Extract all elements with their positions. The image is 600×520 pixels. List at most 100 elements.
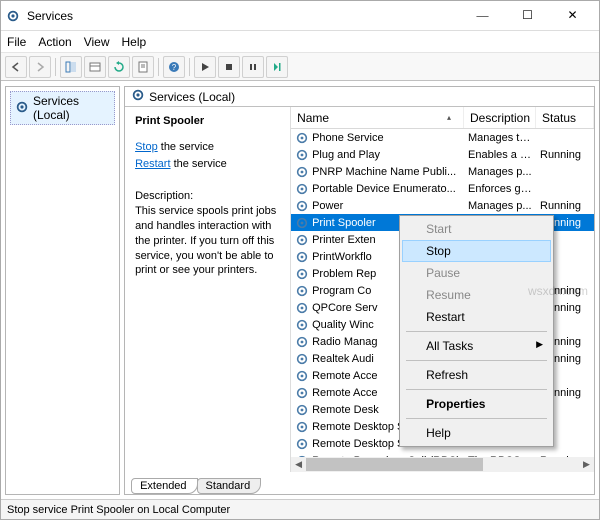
services-app-icon xyxy=(5,8,21,24)
context-menu-item-restart[interactable]: Restart xyxy=(402,306,551,328)
service-name: Realtek Audi xyxy=(312,353,374,365)
gear-icon xyxy=(295,403,309,417)
service-row[interactable]: Plug and Play Enables a c...Running xyxy=(291,146,594,163)
restart-service-link[interactable]: Restart xyxy=(135,158,170,170)
scroll-thumb[interactable] xyxy=(306,458,483,471)
menu-view[interactable]: View xyxy=(84,35,110,49)
help-button[interactable]: ? xyxy=(163,56,185,78)
sort-arrow-icon: ▴ xyxy=(447,113,457,122)
menubar: File Action View Help xyxy=(1,31,599,53)
context-menu-item-start: Start xyxy=(402,218,551,240)
service-row[interactable]: PNRP Machine Name Publi...Manages p... xyxy=(291,163,594,180)
horizontal-scrollbar[interactable]: ◀ ▶ xyxy=(291,457,594,472)
service-name: Power xyxy=(312,200,343,212)
services-icon xyxy=(131,88,145,105)
service-description: Manages p... xyxy=(464,166,536,178)
service-name: Plug and Play xyxy=(312,149,380,161)
restart-service-button[interactable] xyxy=(266,56,288,78)
gear-icon xyxy=(295,267,309,281)
service-description: Enforces gr... xyxy=(464,183,536,195)
view-tabs: Extended Standard xyxy=(125,472,594,494)
service-description: Enables a c... xyxy=(464,149,536,161)
gear-icon xyxy=(295,437,309,451)
description-text: This service spools print jobs and handl… xyxy=(135,204,280,278)
service-row[interactable]: Phone ServiceManages th... xyxy=(291,129,594,146)
list-header: Name▴ Description Status xyxy=(291,107,594,129)
column-name[interactable]: Name▴ xyxy=(291,107,464,128)
tab-standard[interactable]: Standard xyxy=(197,478,262,494)
close-button[interactable]: ✕ xyxy=(550,1,595,30)
content-header: Services (Local) xyxy=(125,87,594,107)
gear-icon xyxy=(295,386,309,400)
context-menu-item-all-tasks[interactable]: All Tasks▶ xyxy=(402,335,551,357)
service-name: Remote Desk xyxy=(312,404,379,416)
service-status: Running xyxy=(536,149,594,161)
properties-button[interactable] xyxy=(84,56,106,78)
service-row[interactable]: PowerManages p...Running xyxy=(291,197,594,214)
menu-file[interactable]: File xyxy=(7,35,26,49)
gear-icon xyxy=(295,335,309,349)
scroll-right-button[interactable]: ▶ xyxy=(579,457,594,472)
service-name: QPCore Serv xyxy=(312,302,377,314)
forward-button[interactable] xyxy=(29,56,51,78)
content-pane: Services (Local) Print Spooler Stop the … xyxy=(124,86,595,495)
gear-icon xyxy=(295,250,309,264)
tab-extended[interactable]: Extended xyxy=(131,478,197,494)
submenu-arrow-icon: ▶ xyxy=(536,339,543,350)
back-button[interactable] xyxy=(5,56,27,78)
maximize-button[interactable]: ☐ xyxy=(505,1,550,30)
service-row[interactable]: Portable Device Enumerato... Enforces gr.… xyxy=(291,180,594,197)
service-name: Portable Device Enumerato... xyxy=(312,183,456,195)
services-list: Name▴ Description Status Phone ServiceMa… xyxy=(290,107,594,472)
gear-icon xyxy=(295,233,309,247)
refresh-button[interactable] xyxy=(108,56,130,78)
gear-icon xyxy=(295,369,309,383)
gear-icon xyxy=(295,199,309,213)
start-service-button[interactable] xyxy=(194,56,216,78)
tree-root-services-local[interactable]: Services (Local) xyxy=(10,91,115,125)
column-status[interactable]: Status xyxy=(536,107,594,128)
gear-icon xyxy=(295,165,309,179)
window-title: Services xyxy=(27,9,460,23)
stop-service-link[interactable]: Stop xyxy=(135,141,158,153)
context-menu-item-properties[interactable]: Properties xyxy=(402,393,551,415)
services-icon xyxy=(15,100,29,117)
column-description[interactable]: Description xyxy=(464,107,536,128)
content-header-label: Services (Local) xyxy=(149,90,235,104)
gear-icon xyxy=(295,284,309,298)
statusbar: Stop service Print Spooler on Local Comp… xyxy=(1,499,599,519)
gear-icon xyxy=(295,318,309,332)
show-hide-tree-button[interactable] xyxy=(60,56,82,78)
menu-action[interactable]: Action xyxy=(38,35,71,49)
context-menu: StartStopPauseResumeRestartAll Tasks▶Ref… xyxy=(399,215,554,447)
gear-icon xyxy=(295,148,309,162)
context-menu-separator xyxy=(406,418,547,419)
toolbar: ? xyxy=(1,53,599,81)
selected-service-name: Print Spooler xyxy=(135,115,280,127)
statusbar-text: Stop service Print Spooler on Local Comp… xyxy=(7,504,230,516)
detail-pane: Print Spooler Stop the service Restart t… xyxy=(125,107,290,472)
minimize-button[interactable]: — xyxy=(460,1,505,30)
service-name: Printer Exten xyxy=(312,234,376,246)
gear-icon xyxy=(295,131,309,145)
service-name: Print Spooler xyxy=(312,217,376,229)
console-tree[interactable]: Services (Local) xyxy=(5,86,120,495)
context-menu-item-stop[interactable]: Stop xyxy=(402,240,551,262)
description-label: Description: xyxy=(135,190,280,202)
context-menu-item-help[interactable]: Help xyxy=(402,422,551,444)
gear-icon xyxy=(295,182,309,196)
export-list-button[interactable] xyxy=(132,56,154,78)
menu-help[interactable]: Help xyxy=(122,35,147,49)
context-menu-item-refresh[interactable]: Refresh xyxy=(402,364,551,386)
service-name: PrintWorkflo xyxy=(312,251,372,263)
service-name: Radio Manag xyxy=(312,336,377,348)
context-menu-separator xyxy=(406,331,547,332)
stop-service-button[interactable] xyxy=(218,56,240,78)
scroll-left-button[interactable]: ◀ xyxy=(291,457,306,472)
service-name: Phone Service xyxy=(312,132,384,144)
pause-service-button[interactable] xyxy=(242,56,264,78)
service-name: Problem Rep xyxy=(312,268,376,280)
service-name: Remote Acce xyxy=(312,387,377,399)
gear-icon xyxy=(295,301,309,315)
titlebar: Services — ☐ ✕ xyxy=(1,1,599,31)
